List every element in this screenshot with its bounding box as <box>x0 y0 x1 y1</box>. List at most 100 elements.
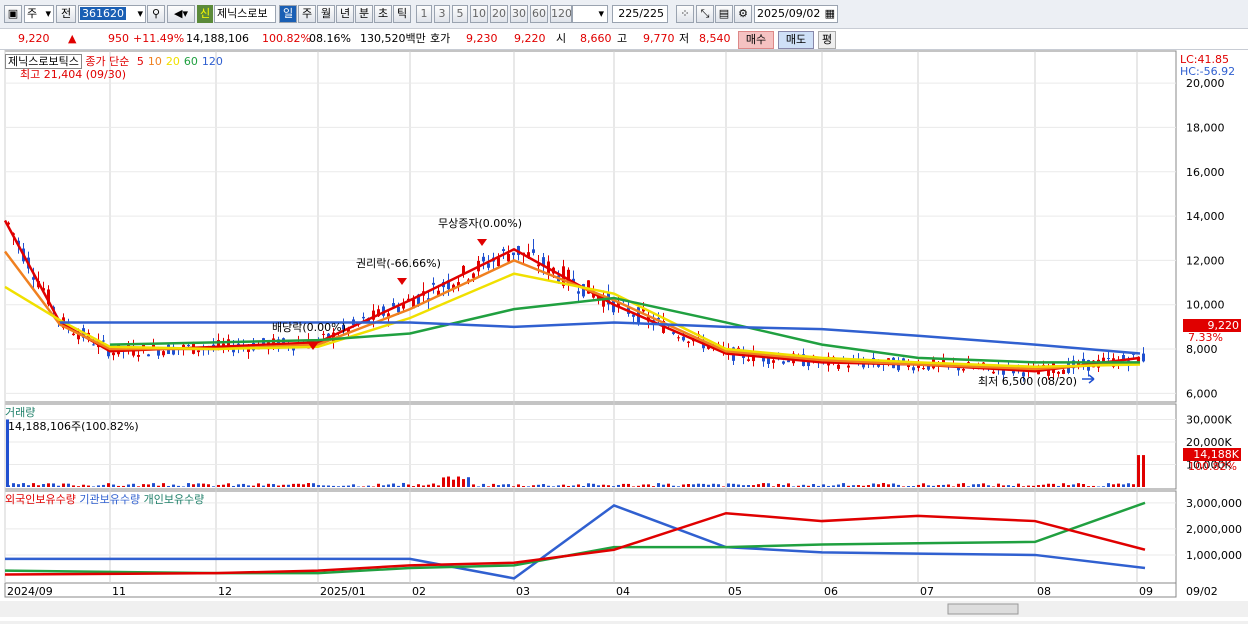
volume-bar <box>722 486 725 487</box>
volume-bar <box>822 484 825 487</box>
volume-bar <box>87 486 90 487</box>
volume-bar <box>47 483 50 487</box>
legend-ma-period: 20 <box>166 55 180 68</box>
speaker-icon[interactable]: ◀▾ <box>167 5 195 23</box>
x-axis-label: 2025/01 <box>320 585 366 598</box>
volume-bar <box>632 486 635 487</box>
low-value: 8,540 <box>699 31 731 47</box>
volume-bar <box>942 485 945 487</box>
open-label: 시 <box>556 31 566 47</box>
volume-bar <box>987 485 990 487</box>
volume-bar <box>1112 484 1115 487</box>
interval-button[interactable]: 5 <box>452 5 468 23</box>
interval-button[interactable]: 10 <box>470 5 488 23</box>
price-tick-label: 12,000 <box>1186 254 1225 267</box>
volume-bar <box>422 486 425 487</box>
market-select[interactable]: 주▾ <box>24 5 54 23</box>
legend-indiv: 개인보유수량 <box>144 493 205 506</box>
scrollbar <box>0 601 1248 617</box>
high-note: 최고 21,404 (09/30) <box>20 66 126 82</box>
volume-bar <box>787 483 790 487</box>
code-value: 361620 <box>80 7 126 20</box>
volume-bar <box>547 486 550 487</box>
volume-bar <box>1077 483 1080 487</box>
candle-body <box>737 348 740 349</box>
legend-ma-period: 10 <box>148 55 162 68</box>
date-field[interactable]: 2025/09/02▦ <box>754 5 838 23</box>
search-icon[interactable]: ⚲ <box>147 5 165 23</box>
volume-bar <box>907 486 910 487</box>
x-axis-label: 2024/09 <box>7 585 53 598</box>
draw-icon[interactable]: ⤡ <box>696 5 714 23</box>
volume-bar <box>217 485 220 487</box>
x-axis-label: 07 <box>920 585 934 598</box>
volume-bar <box>42 484 45 487</box>
gear-icon[interactable]: ⚙ <box>734 5 752 23</box>
volume-bar <box>827 486 830 487</box>
volume-bar <box>462 479 465 487</box>
volume-bar <box>1072 484 1075 487</box>
x-axis-label: 04 <box>616 585 630 598</box>
quote-price: 9,220 <box>18 31 50 47</box>
grid-icon[interactable]: ⁘ <box>676 5 694 23</box>
volume-bar <box>1007 485 1010 487</box>
volume-bar <box>72 485 75 487</box>
volume-bar <box>192 484 195 487</box>
candle-body <box>507 254 510 262</box>
volume-bar <box>902 486 905 487</box>
avg-button[interactable]: 평 <box>818 31 836 49</box>
volume-bar <box>202 484 205 487</box>
volume-bar <box>227 483 230 487</box>
candle-body <box>397 307 400 312</box>
period-button[interactable]: 월 <box>317 5 335 23</box>
period-button[interactable]: 주 <box>298 5 316 23</box>
volume-bar <box>692 484 695 487</box>
volume-bar <box>172 485 175 487</box>
interval-button[interactable]: 120 <box>550 5 572 23</box>
volume-bar <box>407 484 410 487</box>
holdings-tick-label: 2,000,000 <box>1186 523 1242 536</box>
volume-bar <box>872 483 875 487</box>
holdings-tick-label: 3,000,000 <box>1186 497 1242 510</box>
layout-icon[interactable]: ▣ <box>4 5 22 23</box>
x-axis-label: 06 <box>824 585 838 598</box>
volume-bar <box>747 485 750 487</box>
candle-body <box>502 249 505 251</box>
stock-name[interactable]: 제닉스로보 <box>214 5 276 23</box>
code-input[interactable]: 361620▾ <box>78 5 146 23</box>
legend-ma-period: 120 <box>202 55 223 68</box>
candle-body <box>772 360 775 363</box>
interval-button[interactable]: 1 <box>416 5 432 23</box>
volume-bar <box>457 477 460 487</box>
volume-bar <box>1062 483 1065 487</box>
interval-button[interactable]: 30 <box>510 5 528 23</box>
count-field[interactable]: 225/225 <box>612 5 668 23</box>
buy-button[interactable]: 매수 <box>738 31 774 49</box>
chart-area[interactable]: 2024/0911122025/01020304050607080909/022… <box>0 50 1248 621</box>
candle-body <box>962 369 965 371</box>
period-button[interactable]: 일 <box>279 5 297 23</box>
period-button[interactable]: 초 <box>374 5 392 23</box>
volume-bar <box>677 486 680 487</box>
volume-bar <box>82 485 85 487</box>
interval-button[interactable]: 3 <box>434 5 450 23</box>
period-button[interactable]: 분 <box>355 5 373 23</box>
volume-bar <box>802 485 805 487</box>
interval-button[interactable]: 60 <box>530 5 548 23</box>
candle-body <box>682 337 685 341</box>
new-badge: 신 <box>197 5 213 23</box>
period-button[interactable]: 틱 <box>393 5 411 23</box>
save-icon[interactable]: ▤ <box>715 5 733 23</box>
x-axis-bar <box>5 583 1176 597</box>
candle-body <box>577 291 580 293</box>
volume-note: 14,188,106주(100.82%) <box>8 418 139 434</box>
period-button[interactable]: 년 <box>336 5 354 23</box>
volume-bar <box>477 486 480 487</box>
up-triangle-icon: ▲ <box>68 31 76 47</box>
prev-button[interactable]: 전 <box>56 5 76 23</box>
volume-bar <box>672 486 675 487</box>
volume-bar <box>767 483 770 487</box>
sell-button[interactable]: 매도 <box>778 31 814 49</box>
interval-button[interactable]: 20 <box>490 5 508 23</box>
chevron-down-icon[interactable]: ▾ <box>572 5 608 23</box>
